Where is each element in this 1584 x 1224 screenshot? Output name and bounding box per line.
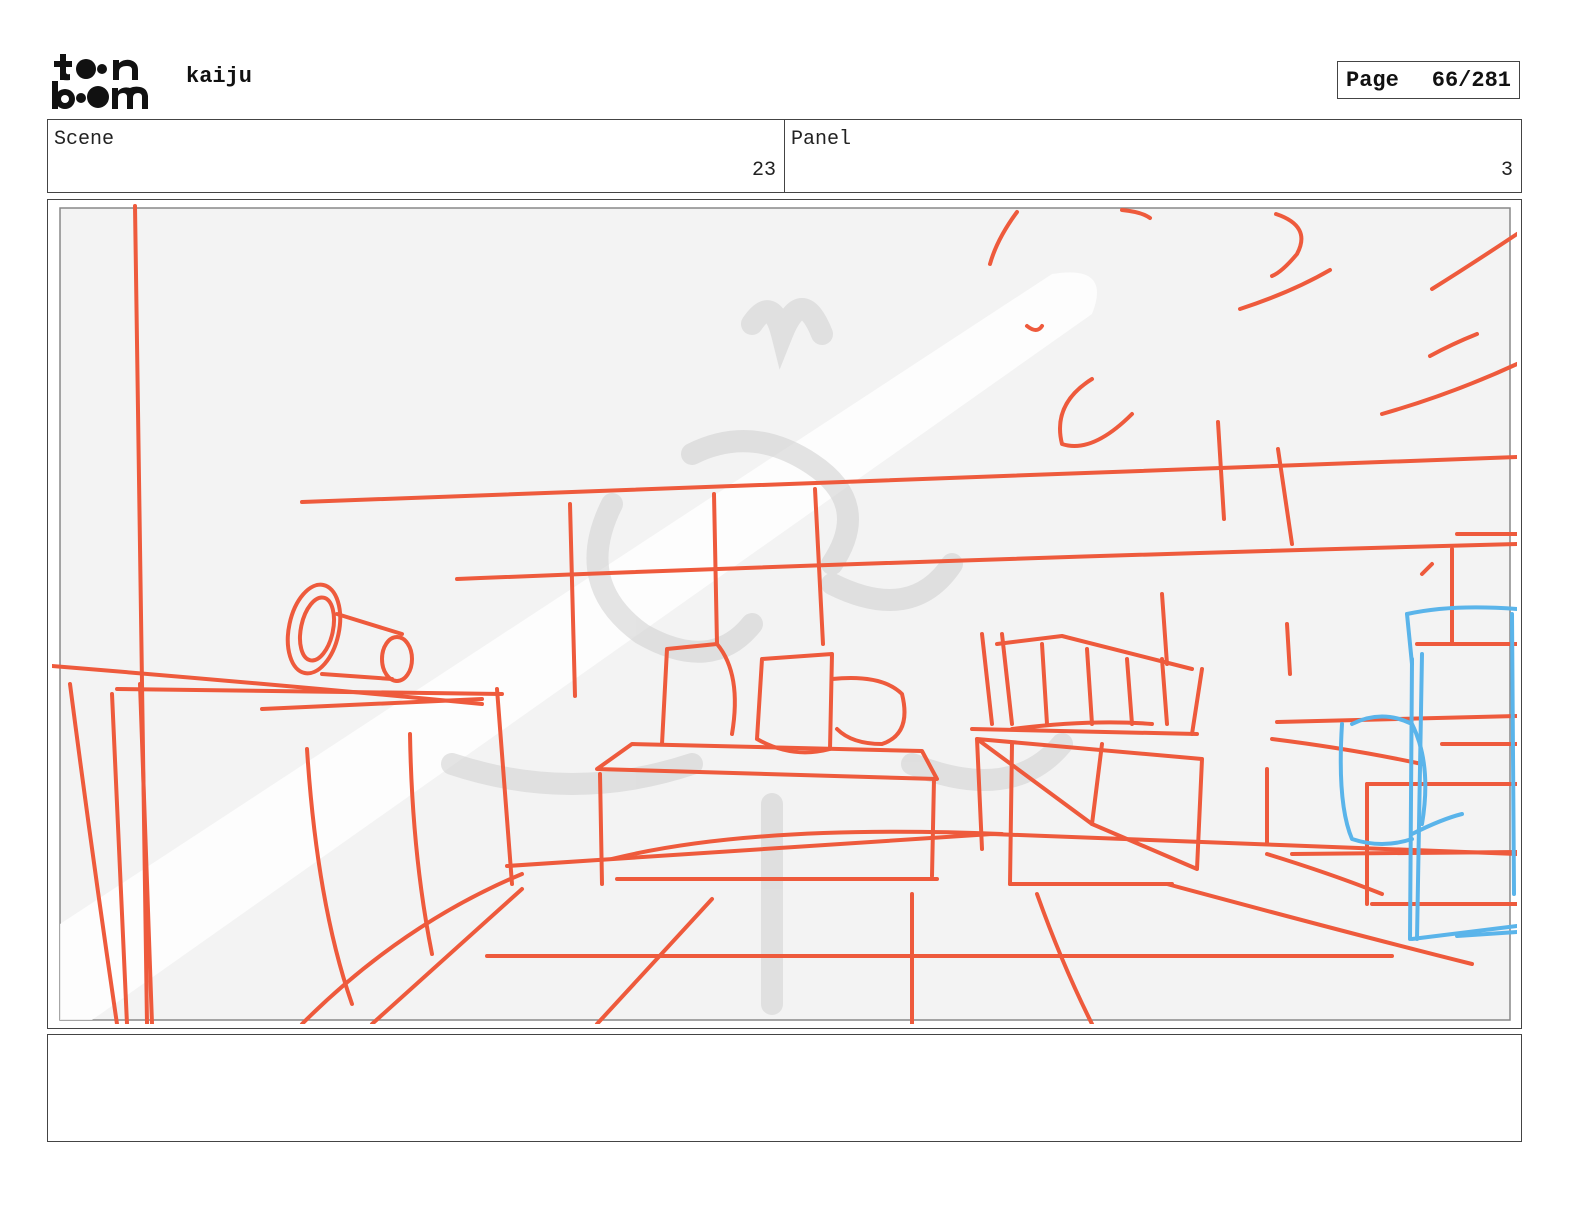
panel-value: 3 bbox=[1500, 159, 1513, 182]
storyboard-panel bbox=[47, 199, 1522, 1029]
scene-value: 23 bbox=[751, 159, 776, 182]
scene-label: Scene bbox=[54, 128, 115, 151]
scene-panel-info: Scene 23 Panel 3 bbox=[47, 119, 1522, 193]
scene-cell: Scene 23 bbox=[48, 120, 784, 192]
toon-boom-logo bbox=[50, 50, 165, 112]
panel-cell: Panel 3 bbox=[784, 120, 1521, 192]
page-number: 66/281 bbox=[1431, 67, 1511, 93]
project-title: kaiju bbox=[186, 64, 253, 89]
page-indicator: Page 66/281 bbox=[1337, 61, 1520, 99]
panel-notes bbox=[47, 1034, 1522, 1142]
panel-label: Panel bbox=[791, 128, 852, 151]
page-label: Page bbox=[1346, 67, 1399, 93]
panel-sketch bbox=[52, 204, 1517, 1024]
